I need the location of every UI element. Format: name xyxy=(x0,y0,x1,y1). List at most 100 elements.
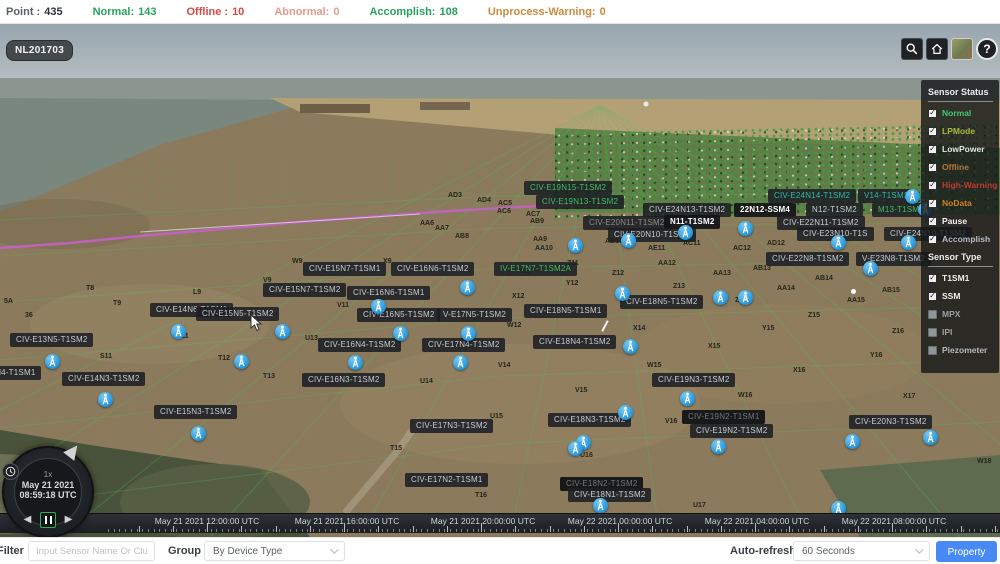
imagery-picker-button[interactable] xyxy=(951,38,973,60)
checkbox-high-warning[interactable] xyxy=(928,181,937,190)
sensor-label[interactable]: CIV-E16N5-T1SM2 xyxy=(357,308,440,322)
sensor-marker-icon[interactable] xyxy=(711,439,726,454)
sensor-marker-icon[interactable] xyxy=(171,324,186,339)
sensor-label[interactable]: CIV-E15N3-T1SM2 xyxy=(154,405,237,419)
sensor-label[interactable]: CIV-E19N13-T1SM2 xyxy=(536,195,624,209)
checkbox-lowpower[interactable] xyxy=(928,145,937,154)
checkbox-piezometer[interactable] xyxy=(928,346,937,355)
pause-button[interactable] xyxy=(40,512,56,528)
group-select[interactable]: By Device Type xyxy=(204,541,345,561)
sensor-label[interactable]: 22N12-SSM4 xyxy=(734,203,796,217)
refresh-interval-select[interactable]: 60 Seconds xyxy=(793,541,930,561)
sensor-marker-icon[interactable] xyxy=(348,355,363,370)
sensor-status-item-lowpower[interactable]: LowPower xyxy=(928,144,999,154)
sensor-label[interactable]: CIV-E18N1-T1SM2 xyxy=(568,488,651,502)
sensor-label[interactable]: CIV-E19N15-T1SM2 xyxy=(524,181,612,195)
sensor-marker-icon[interactable] xyxy=(863,261,878,276)
timeline-bar[interactable]: May 21 2021 12:00:00 UTCMay 21 2021 16:0… xyxy=(0,513,1000,533)
sensor-status-item-accomplish[interactable]: Accomplish xyxy=(928,234,999,244)
property-button[interactable]: Property xyxy=(936,541,997,562)
sensor-label[interactable]: CIV-E24N14-T1SM2 xyxy=(768,189,856,203)
sensor-marker-icon[interactable] xyxy=(618,405,633,420)
sensor-label[interactable]: CIV-E16N6-T1SM2 xyxy=(391,262,474,276)
checkbox-nodata[interactable] xyxy=(928,199,937,208)
sensor-label[interactable]: CIV-E15N5-T1SM2 xyxy=(196,307,279,321)
sensor-label[interactable]: V-E17N5-T1SM2 xyxy=(437,308,512,322)
sensor-label[interactable]: CIV-E19N3-T1SM2 xyxy=(652,373,735,387)
sensor-label[interactable]: CIV-E22N8-T1SM2 xyxy=(766,252,849,266)
sensor-marker-icon[interactable] xyxy=(461,326,476,341)
sensor-label[interactable]: CIV-E16N3-T1SM2 xyxy=(302,373,385,387)
sensor-marker-icon[interactable] xyxy=(831,235,846,250)
sensor-marker-icon[interactable] xyxy=(845,434,860,449)
sensor-marker-icon[interactable] xyxy=(615,286,630,301)
clock-mode-button[interactable] xyxy=(2,463,19,480)
checkbox-pause[interactable] xyxy=(928,217,937,226)
help-button[interactable]: ? xyxy=(976,38,998,60)
sensor-label[interactable]: N12-T1SM2 xyxy=(806,203,863,217)
sensor-label[interactable]: CIV-E14N3-T1SM2 xyxy=(62,372,145,386)
sensor-type-item-mpx[interactable]: MPX xyxy=(928,309,999,319)
search-button[interactable] xyxy=(901,38,923,60)
sensor-marker-icon[interactable] xyxy=(568,441,583,456)
sensor-label[interactable]: CIV-E19N2-T1SM1 xyxy=(682,410,765,424)
sensor-label[interactable]: CIV-E15N7-T1SM1 xyxy=(303,262,386,276)
sensor-marker-icon[interactable] xyxy=(623,339,638,354)
checkbox-t1sm1[interactable] xyxy=(928,274,937,283)
checkbox-accomplish[interactable] xyxy=(928,235,937,244)
sensor-label[interactable]: CIV-E18N4-T1SM2 xyxy=(533,335,616,349)
sensor-marker-icon[interactable] xyxy=(371,299,386,314)
sensor-marker-icon[interactable] xyxy=(905,189,920,204)
sensor-label[interactable]: CIV-E16N4-T1SM2 xyxy=(318,338,401,352)
sensor-marker-icon[interactable] xyxy=(680,391,695,406)
sensor-label[interactable]: CIV-E19N2-T1SM2 xyxy=(690,424,773,438)
sensor-marker-icon[interactable] xyxy=(738,290,753,305)
sensor-marker-icon[interactable] xyxy=(738,221,753,236)
checkbox-offline[interactable] xyxy=(928,163,937,172)
sensor-type-item-ipi[interactable]: IPI xyxy=(928,327,999,337)
sensor-status-item-offline[interactable]: Offline xyxy=(928,162,999,172)
sensor-marker-icon[interactable] xyxy=(923,430,938,445)
sensor-marker-icon[interactable] xyxy=(393,326,408,341)
sensor-label[interactable]: CIV-E15N7-T1SM2 xyxy=(263,283,346,297)
sensor-label[interactable]: CIV-E13N4-T1SM1 xyxy=(0,366,41,380)
sensor-marker-icon[interactable] xyxy=(901,235,916,250)
sensor-label[interactable]: IV-E17N7-T1SM2A xyxy=(494,262,577,276)
sensor-status-item-normal[interactable]: Normal xyxy=(928,108,999,118)
sensor-marker-icon[interactable] xyxy=(568,238,583,253)
sensor-status-item-lpmode[interactable]: LPMode xyxy=(928,126,999,136)
sensor-label[interactable]: CIV-E20N3-T1SM2 xyxy=(849,415,932,429)
checkbox-lpmode[interactable] xyxy=(928,127,937,136)
sensor-status-item-high-warning[interactable]: High-Warning xyxy=(928,180,999,190)
sensor-marker-icon[interactable] xyxy=(621,233,636,248)
sensor-marker-icon[interactable] xyxy=(453,355,468,370)
sensor-type-item-t1sm1[interactable]: T1SM1 xyxy=(928,273,999,283)
sensor-type-item-ssm[interactable]: SSM xyxy=(928,291,999,301)
sensor-status-item-nodata[interactable]: NoData xyxy=(928,198,999,208)
sensor-marker-icon[interactable] xyxy=(98,392,113,407)
sensor-label[interactable]: CIV-E13N5-T1SM2 xyxy=(10,333,93,347)
sensor-marker-icon[interactable] xyxy=(191,426,206,441)
checkbox-mpx[interactable] xyxy=(928,310,937,319)
sensor-label[interactable]: CIV-E18N5-T1SM1 xyxy=(524,304,607,318)
sensor-marker-icon[interactable] xyxy=(234,354,249,369)
home-button[interactable] xyxy=(926,38,948,60)
forward-button[interactable]: ▶ xyxy=(61,512,76,527)
sensor-type-item-piezometer[interactable]: Piezometer xyxy=(928,345,999,355)
checkbox-ipi[interactable] xyxy=(928,328,937,337)
sensor-label[interactable]: CIV-E18N5-T1SM2 xyxy=(620,295,703,309)
checkbox-ssm[interactable] xyxy=(928,292,937,301)
rewind-button[interactable]: ◀ xyxy=(20,512,35,527)
sensor-marker-icon[interactable] xyxy=(593,498,608,513)
map-viewport[interactable]: CIV-E19N15-T1SM2CIV-E19N13-T1SM2 CIV-E24N… xyxy=(0,24,1000,537)
checkbox-normal[interactable] xyxy=(928,109,937,118)
sensor-marker-icon[interactable] xyxy=(678,225,693,240)
sensor-marker-icon[interactable] xyxy=(460,280,475,295)
sensor-label[interactable]: CIV-E16N6-T1SM1 xyxy=(347,286,430,300)
sensor-label[interactable]: CIV-E17N3-T1SM2 xyxy=(410,419,493,433)
filter-input[interactable] xyxy=(28,541,155,561)
sensor-marker-icon[interactable] xyxy=(45,354,60,369)
sensor-label[interactable]: CIV-E17N2-T1SM1 xyxy=(405,473,488,487)
sensor-status-item-pause[interactable]: Pause xyxy=(928,216,999,226)
sensor-marker-icon[interactable] xyxy=(713,290,728,305)
